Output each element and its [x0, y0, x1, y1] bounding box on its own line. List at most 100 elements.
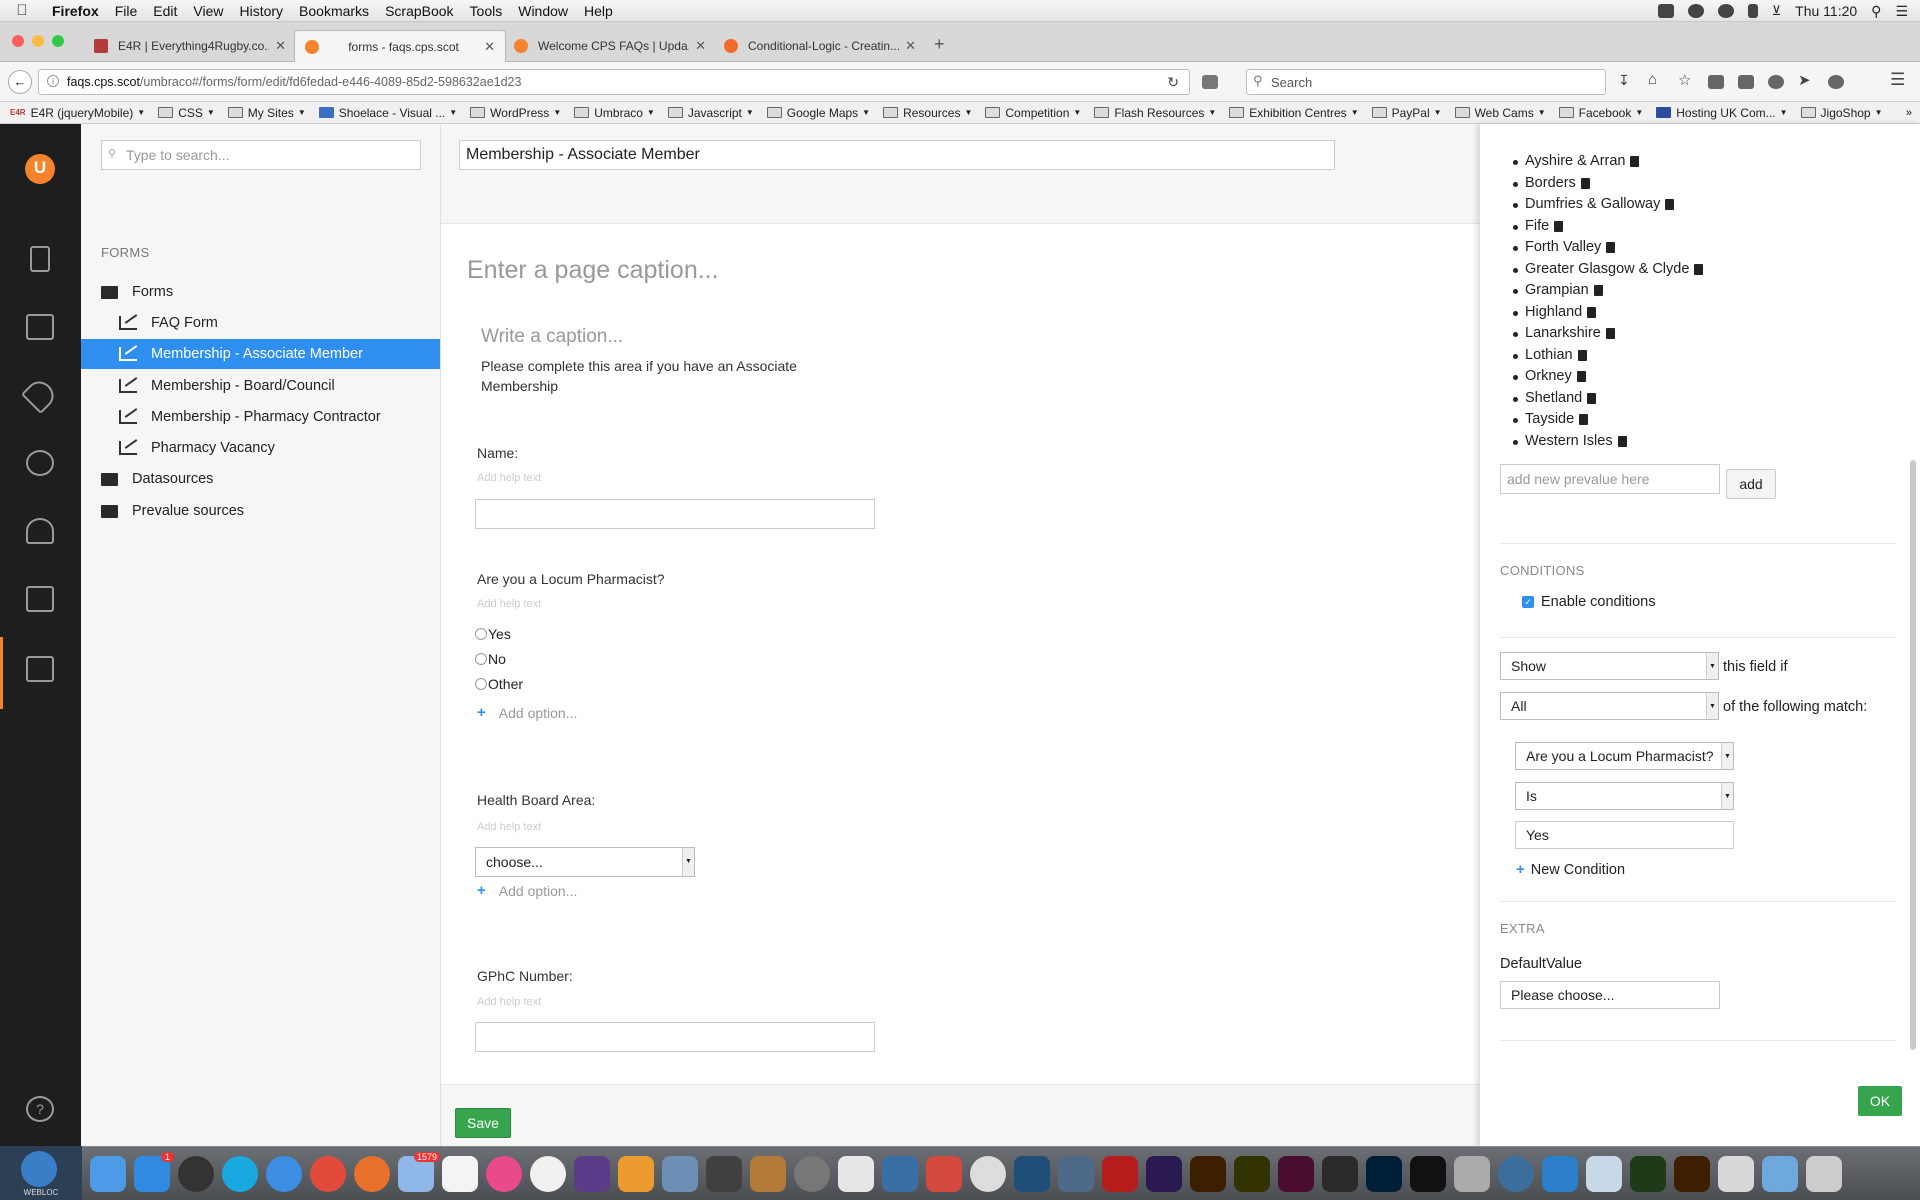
dropbox-icon[interactable] — [1657, 4, 1674, 18]
preview-icon[interactable] — [662, 1155, 698, 1192]
field-label-gphc[interactable]: GPhC Number: — [477, 968, 573, 984]
menu-bookmarks[interactable]: Bookmarks — [291, 3, 377, 19]
wing-app-icon[interactable] — [1542, 1155, 1578, 1192]
bookmark-css[interactable]: CSS ▼ — [158, 106, 215, 120]
fieldset-description[interactable]: Please complete this area if you have an… — [481, 356, 821, 396]
trash-icon[interactable] — [1576, 370, 1586, 382]
filezilla-icon[interactable] — [1102, 1155, 1138, 1192]
rule-value-input[interactable]: Yes — [1515, 821, 1734, 849]
notification-center-icon[interactable]: ☰ — [1895, 3, 1908, 20]
radio-yes[interactable]: Yes — [475, 626, 511, 642]
settings-wrench-icon[interactable] — [20, 375, 60, 415]
menu-view[interactable]: View — [185, 3, 231, 19]
menu-file[interactable]: File — [107, 3, 146, 19]
chrome-icon[interactable] — [310, 1155, 346, 1192]
ok-button[interactable]: OK — [1858, 1086, 1902, 1116]
podcast-icon[interactable] — [618, 1155, 654, 1192]
tree-node-board-council[interactable]: Membership - Board/Council — [81, 371, 440, 401]
close-tab-icon[interactable]: ✕ — [275, 38, 286, 54]
garageband-icon[interactable] — [750, 1155, 786, 1192]
firefox-icon[interactable] — [354, 1155, 390, 1192]
help-text-input[interactable]: Add help text — [477, 821, 541, 833]
mail-icon[interactable]: 1579 — [398, 1151, 440, 1192]
skype-icon[interactable] — [222, 1155, 258, 1192]
bookmark-flash-resources[interactable]: Flash Resources ▼ — [1094, 106, 1216, 120]
remote-icon[interactable] — [926, 1155, 962, 1192]
bookmark-wordpress[interactable]: WordPress ▼ — [470, 106, 561, 120]
help-text-input[interactable]: Add help text — [477, 472, 541, 484]
trash-icon[interactable] — [1630, 155, 1640, 167]
photos-icon[interactable] — [530, 1155, 566, 1192]
condition-logic-select[interactable]: All ▼ — [1500, 692, 1719, 720]
menu-app[interactable]: Firefox — [44, 3, 107, 19]
hamburger-menu-icon[interactable]: ☰ — [1890, 70, 1905, 90]
sync-icon[interactable] — [1717, 4, 1734, 18]
tab-conditional-logic[interactable]: Conditional-Logic - Creatin... ✕ — [714, 30, 926, 62]
trash-icon[interactable] — [1593, 284, 1603, 296]
film-icon[interactable] — [1322, 1155, 1358, 1192]
help-icon[interactable]: ? — [26, 1096, 54, 1122]
users-icon[interactable] — [26, 518, 54, 544]
fireworks-icon[interactable] — [1234, 1155, 1270, 1192]
fieldset-caption-input[interactable]: Write a caption... — [481, 326, 623, 348]
sequel-icon[interactable] — [970, 1155, 1006, 1192]
trash-icon[interactable] — [1579, 413, 1589, 425]
tree-search-input[interactable]: ⚲ Type to search... — [101, 140, 421, 170]
minimize-window-icon[interactable] — [32, 35, 44, 47]
tree-node-pharmacy-vacancy[interactable]: Pharmacy Vacancy — [81, 433, 440, 463]
reload-icon[interactable]: ↻ — [1167, 74, 1179, 91]
extension-icon[interactable] — [1828, 75, 1844, 89]
health-board-select[interactable]: choose... ▼ — [475, 847, 695, 877]
download-icon[interactable]: ↧ — [1618, 72, 1630, 89]
bookmark-javascript[interactable]: Javascript ▼ — [667, 106, 754, 120]
trash-icon[interactable] — [1806, 1155, 1842, 1192]
trash-icon[interactable] — [1587, 392, 1597, 404]
new-tab-icon[interactable]: + — [934, 34, 945, 55]
tree-node-forms[interactable]: Forms — [81, 277, 440, 307]
page-caption-input[interactable]: Enter a page caption... — [467, 256, 719, 285]
bookmark-jigoshop[interactable]: JigoShop ▼ — [1800, 106, 1883, 120]
safari-icon[interactable] — [266, 1155, 302, 1192]
system-preferences-icon[interactable] — [794, 1155, 830, 1192]
after-effects-icon[interactable] — [1146, 1155, 1182, 1192]
close-tab-icon[interactable]: ✕ — [905, 38, 916, 54]
documents-folder-icon[interactable] — [1718, 1155, 1754, 1192]
tab-welcome[interactable]: Welcome CPS FAQs | Upda... ✕ — [504, 30, 716, 62]
apple-icon[interactable]:  — [0, 2, 44, 19]
menu-edit[interactable]: Edit — [145, 3, 185, 19]
enable-conditions-checkbox[interactable]: ✓ Enable conditions — [1522, 594, 1655, 610]
itunes-icon[interactable] — [486, 1155, 522, 1192]
back-icon[interactable]: ← — [8, 70, 32, 94]
tab-forms[interactable]: forms - faqs.cps.scot ✕ — [294, 30, 506, 62]
save-button[interactable]: Save — [455, 1108, 511, 1138]
bookmarks-overflow-icon[interactable]: » — [1906, 107, 1912, 119]
menu-window[interactable]: Window — [510, 3, 576, 19]
forms-icon[interactable] — [26, 656, 54, 682]
rule-operator-select[interactable]: Is ▼ — [1515, 782, 1734, 810]
tab-e4r[interactable]: E4R | Everything4Rugby.co... ✕ — [84, 30, 296, 62]
bookmark-exhibition-centres[interactable]: Exhibition Centres ▼ — [1229, 106, 1359, 120]
bluetooth-icon[interactable] — [1747, 4, 1758, 18]
home-icon[interactable]: ⌂ — [1648, 71, 1657, 88]
trash-icon[interactable] — [1606, 241, 1616, 253]
tree-app-icon[interactable] — [1014, 1155, 1050, 1192]
add-option-button[interactable]: + Add option... — [477, 704, 577, 721]
scrapbook-icon[interactable] — [1202, 75, 1218, 89]
condition-action-select[interactable]: Show ▼ — [1500, 652, 1719, 680]
creative-cloud-icon[interactable] — [1687, 4, 1704, 18]
tree-node-faq-form[interactable]: FAQ Form — [81, 308, 440, 338]
bookmark-e4r[interactable]: E4R E4R (jqueryMobile) ▼ — [10, 106, 145, 120]
bookmark-umbraco[interactable]: Umbraco ▼ — [574, 106, 655, 120]
terminal-icon[interactable] — [1410, 1155, 1446, 1192]
addon-icon[interactable] — [1768, 75, 1784, 89]
info-icon[interactable]: i — [47, 75, 59, 87]
textedit-icon[interactable] — [838, 1155, 874, 1192]
gphc-field[interactable] — [475, 1022, 875, 1052]
menu-tools[interactable]: Tools — [462, 3, 511, 19]
downloads-folder-icon[interactable] — [1762, 1155, 1798, 1192]
trash-icon[interactable] — [1605, 327, 1615, 339]
media-icon[interactable] — [26, 314, 54, 340]
menu-help[interactable]: Help — [576, 3, 621, 19]
bookmark-google-maps[interactable]: Google Maps ▼ — [766, 106, 870, 120]
audio-icon[interactable] — [574, 1155, 610, 1192]
